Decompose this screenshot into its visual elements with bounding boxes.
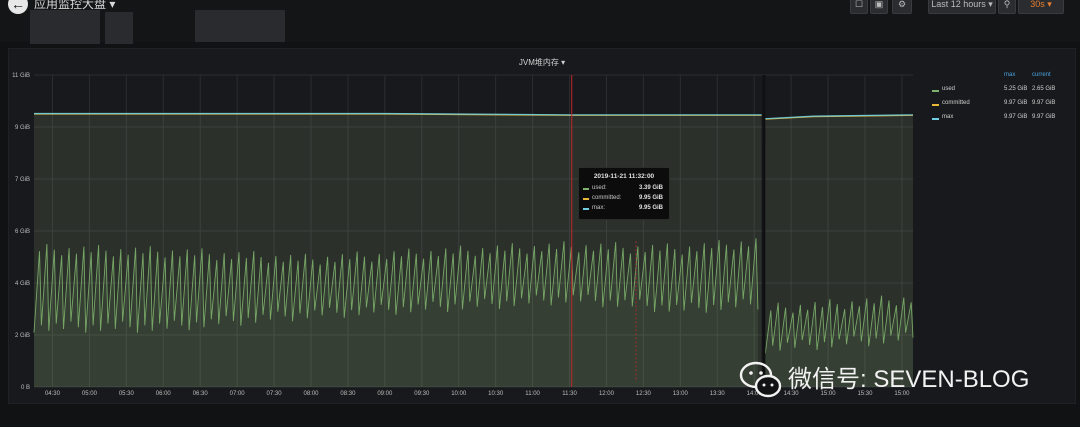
legend-max-value: 9.97 GiB [1004,114,1028,120]
x-tick-label: 05:30 [119,391,135,397]
legend-max-value: 5.25 GiB [1004,86,1028,92]
tooltip-value: 9.95 GiB [638,205,663,211]
x-tick-label: 13:30 [710,391,726,397]
tooltip-series-name: committed: [592,195,622,201]
x-tick-label: 12:30 [636,391,652,397]
x-tick-label: 05:00 [82,391,98,397]
tooltip-series-name: used: [592,185,607,191]
x-tick-label: 07:30 [267,391,283,397]
x-tick-label: 09:30 [414,391,430,397]
x-tick-label: 10:00 [451,391,467,397]
tooltip-swatch [583,198,589,200]
legend-series-name: committed [942,100,970,106]
y-tick-label: 4 GiB [15,281,30,287]
tooltip-swatch [583,208,589,210]
y-tick-label: 2 GiB [15,333,30,339]
legend-item[interactable]: max 9.97 GiB 9.97 GiB [920,114,1070,126]
x-tick-label: 06:30 [193,391,209,397]
tooltip-swatch [583,188,589,190]
chart-areas [34,113,913,388]
tooltip-value: 3.39 GiB [638,185,663,191]
tooltip-value: 9.95 GiB [638,195,663,201]
legend-current-value: 9.97 GiB [1032,100,1056,106]
x-tick-label: 11:30 [562,391,577,397]
x-tick-label: 08:30 [340,391,356,397]
legend-swatch [932,90,939,92]
tooltip-time: 2019-11-21 11:32:00 [593,173,655,180]
data-gap [762,75,766,387]
legend-current-value: 2.65 GiB [1032,86,1056,92]
tooltip-row: used: 3.39 GiB [579,185,669,194]
legend-header-max[interactable]: max [1004,72,1015,78]
legend-item[interactable]: used 5.25 GiB 2.65 GiB [920,86,1070,98]
wechat-watermark: 微信号: SEVEN-BLOG [738,358,1058,402]
x-tick-label: 13:00 [673,391,689,397]
y-tick-label: 7 GiB [15,177,30,183]
x-tick-label: 12:00 [599,391,615,397]
tooltip-series-name: max: [592,205,606,211]
x-tick-label: 11:00 [525,391,540,397]
hover-tooltip: 2019-11-21 11:32:00 used: 3.39 GiB commi… [578,167,670,220]
y-tick-label: 11 GiB [12,73,30,79]
x-tick-label: 07:00 [230,391,246,397]
wechat-logo-icon [739,361,782,398]
legend-series-name: used [942,86,956,92]
tooltip-row: committed: 9.95 GiB [579,195,669,204]
tooltip-row: max: 9.95 GiB [579,205,669,214]
legend-swatch [932,104,939,106]
x-tick-label: 09:00 [377,391,393,397]
legend-current-value: 9.97 GiB [1032,114,1056,120]
y-tick-label: 9 GiB [15,125,30,131]
watermark-text: 微信号: SEVEN-BLOG [788,366,1030,393]
legend-series-name: max [942,114,954,120]
legend-max-value: 9.97 GiB [1004,100,1028,106]
x-tick-label: 10:30 [488,391,504,397]
legend-header-current[interactable]: current [1032,72,1051,78]
y-tick-label: 6 GiB [15,229,30,235]
y-axis: 0 B 2 GiB 4 GiB 6 GiB 7 GiB 9 GiB 11 GiB [12,73,30,391]
series-area-max [765,114,913,388]
x-tick-label: 04:30 [45,391,61,397]
legend-item[interactable]: committed 9.97 GiB 9.97 GiB [920,100,1070,112]
x-tick-label: 06:00 [156,391,172,397]
y-tick-label: 0 B [21,385,30,391]
x-tick-label: 08:00 [303,391,319,397]
legend-swatch [932,118,939,120]
